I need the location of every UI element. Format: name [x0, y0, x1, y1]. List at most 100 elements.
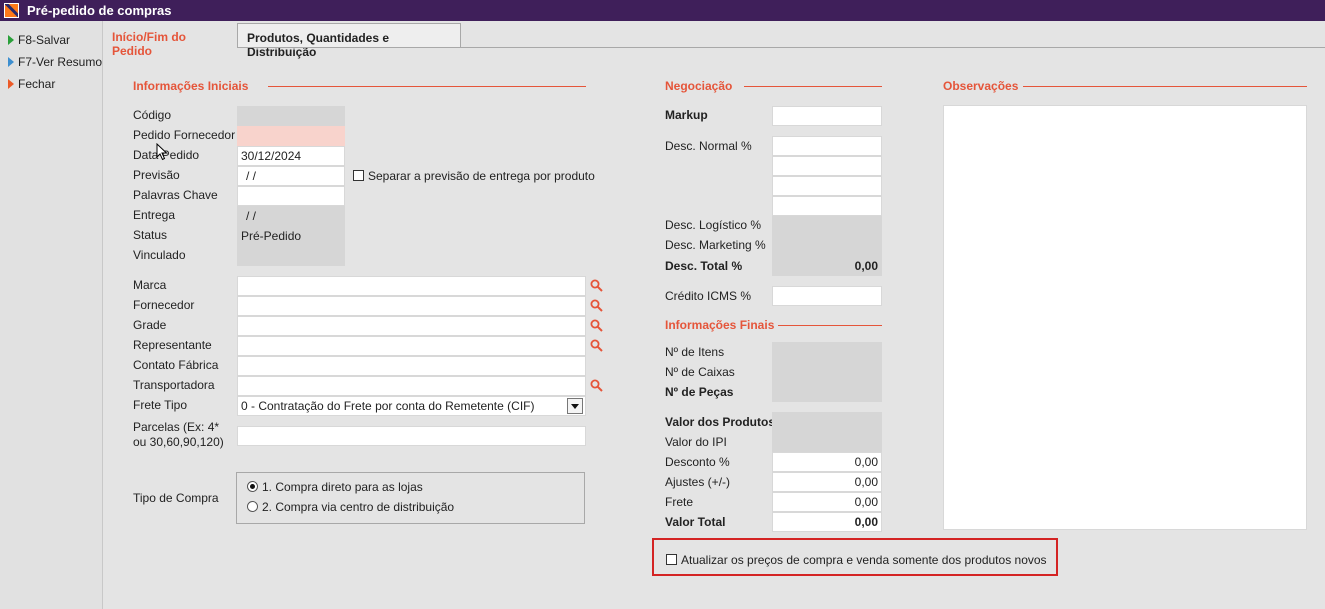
codigo-field	[237, 106, 345, 126]
search-icon[interactable]	[590, 339, 603, 352]
contato-fabrica-field[interactable]	[237, 356, 586, 376]
desc-total-field: 0,00	[772, 256, 882, 276]
radio-compra-direto[interactable]	[247, 481, 258, 492]
atualizar-precos-checkbox[interactable]	[666, 554, 677, 565]
observacoes-textarea[interactable]	[943, 105, 1307, 530]
credito-icms-label: Crédito ICMS %	[665, 289, 752, 303]
marca-field[interactable]	[237, 276, 586, 296]
n-caixas-field	[772, 362, 882, 382]
desc-marketing-label: Desc. Marketing %	[665, 238, 766, 252]
representante-label: Representante	[133, 338, 212, 352]
sidebar-item-fechar[interactable]: Fechar	[8, 77, 55, 91]
markup-label: Markup	[665, 108, 708, 122]
valor-total-label: Valor Total	[665, 515, 726, 529]
orange-arrow-icon	[8, 79, 14, 89]
blue-arrow-icon	[8, 57, 14, 67]
mouse-cursor-icon	[156, 143, 168, 161]
atualizar-precos-label: Atualizar os preços de compra e venda so…	[681, 553, 1047, 567]
search-icon[interactable]	[590, 279, 603, 292]
section-rule	[268, 86, 586, 87]
search-icon[interactable]	[590, 319, 603, 332]
desc-logistico-label: Desc. Logístico %	[665, 218, 762, 232]
section-observacoes: Observações	[943, 79, 1019, 93]
status-label: Status	[133, 228, 168, 242]
n-caixas-label: Nº de Caixas	[665, 365, 735, 379]
desconto-field[interactable]: 0,00	[772, 452, 882, 472]
tab-divider	[237, 47, 1325, 48]
title-bar: Pré-pedido de compras	[0, 0, 1325, 21]
fornecedor-label: Fornecedor	[133, 298, 195, 312]
radio-compra-cd[interactable]	[247, 501, 258, 512]
app-icon	[4, 3, 19, 18]
markup-field[interactable]	[772, 106, 882, 126]
pedido-fornecedor-field[interactable]	[237, 126, 345, 146]
valor-produtos-label: Valor dos Produtos	[665, 415, 776, 429]
n-itens-field	[772, 342, 882, 362]
tab-produtos[interactable]: Produtos, Quantidades e Distribuição	[237, 23, 461, 59]
data-pedido-field[interactable]: 30/12/2024	[237, 146, 345, 166]
separar-previsao-label: Separar a previsão de entrega por produt…	[368, 169, 595, 183]
codigo-label: Código	[133, 108, 172, 122]
sidebar	[0, 21, 103, 609]
valor-ipi-label: Valor do IPI	[665, 435, 727, 449]
desc-normal-label: Desc. Normal %	[665, 139, 752, 153]
separar-previsao-checkbox[interactable]	[353, 170, 364, 181]
desc-total-label: Desc. Total %	[665, 259, 743, 273]
vinculado-label: Vinculado	[133, 248, 186, 262]
transportadora-field[interactable]	[237, 376, 586, 396]
desc-logistico-field	[772, 216, 882, 236]
vinculado-field	[237, 246, 345, 266]
frete-tipo-select[interactable]: 0 - Contratação do Frete por conta do Re…	[237, 396, 586, 416]
palavras-chave-label: Palavras Chave	[133, 188, 218, 202]
desc-normal-field-4[interactable]	[772, 196, 882, 216]
parcelas-field[interactable]	[237, 426, 586, 446]
tab-inicio-fim[interactable]: Início/Fim do Pedido	[103, 23, 237, 58]
parcelas-label-line2: ou 30,60,90,120)	[133, 435, 224, 449]
chevron-down-icon[interactable]	[567, 398, 583, 414]
compra-direto-label: 1. Compra direto para as lojas	[262, 480, 423, 494]
section-informacoes-iniciais: Informações Iniciais	[133, 79, 249, 93]
n-itens-label: Nº de Itens	[665, 345, 725, 359]
sidebar-item-ver-resumo[interactable]: F7-Ver Resumo	[8, 55, 102, 69]
section-informacoes-finais: Informações Finais	[665, 318, 775, 332]
marca-label: Marca	[133, 278, 167, 292]
search-icon[interactable]	[590, 379, 603, 392]
fornecedor-field[interactable]	[237, 296, 586, 316]
previsao-label: Previsão	[133, 168, 180, 182]
representante-field[interactable]	[237, 336, 586, 356]
transportadora-label: Transportadora	[133, 378, 215, 392]
tipo-compra-label: Tipo de Compra	[133, 491, 219, 505]
ajustes-field[interactable]: 0,00	[772, 472, 882, 492]
frete-field[interactable]: 0,00	[772, 492, 882, 512]
parcelas-label-line1: Parcelas (Ex: 4*	[133, 420, 220, 434]
valor-total-field: 0,00	[772, 512, 882, 532]
desc-normal-field-2[interactable]	[772, 156, 882, 176]
section-rule	[778, 325, 882, 326]
grade-label: Grade	[133, 318, 167, 332]
desc-normal-field-1[interactable]	[772, 136, 882, 156]
valor-produtos-field	[772, 412, 882, 432]
compra-cd-label: 2. Compra via centro de distribuição	[262, 500, 455, 514]
sidebar-item-label: F7-Ver Resumo	[18, 55, 103, 69]
credito-icms-field[interactable]	[772, 286, 882, 306]
sidebar-item-salvar[interactable]: F8-Salvar	[8, 33, 70, 47]
frete-tipo-label: Frete Tipo	[133, 398, 188, 412]
search-icon[interactable]	[590, 299, 603, 312]
ajustes-label: Ajustes (+/-)	[665, 475, 731, 489]
section-rule	[744, 86, 882, 87]
frete-label: Frete	[665, 495, 694, 509]
previsao-field[interactable]: / /	[237, 166, 345, 186]
green-arrow-icon	[8, 35, 14, 45]
desconto-label: Desconto %	[665, 455, 730, 469]
entrega-field: / /	[237, 206, 345, 226]
contato-fabrica-label: Contato Fábrica	[133, 358, 219, 372]
desc-normal-field-3[interactable]	[772, 176, 882, 196]
palavras-chave-field[interactable]	[237, 186, 345, 206]
grade-field[interactable]	[237, 316, 586, 336]
window-title: Pré-pedido de compras	[27, 3, 172, 18]
status-field: Pré-Pedido	[237, 226, 345, 246]
n-pecas-field	[772, 382, 882, 402]
n-pecas-label: Nº de Peças	[665, 385, 734, 399]
entrega-label: Entrega	[133, 208, 176, 222]
section-rule	[1023, 86, 1307, 87]
